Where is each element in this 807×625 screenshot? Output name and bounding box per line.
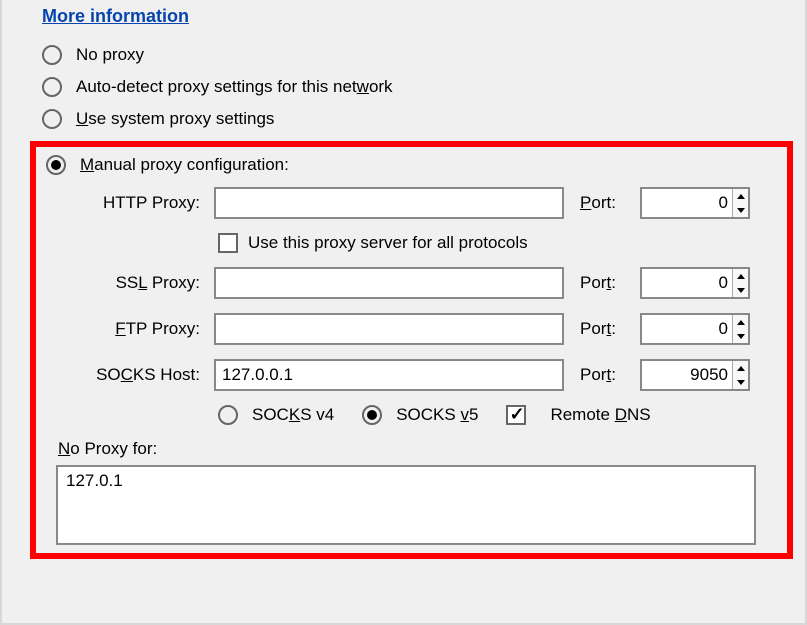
ssl-port-spinner[interactable]: [640, 267, 750, 299]
radio-auto-detect-row[interactable]: Auto-detect proxy settings for this netw…: [42, 77, 789, 97]
radio-no-proxy[interactable]: [42, 45, 62, 65]
spinner-down-icon[interactable]: [733, 375, 748, 389]
http-port-input[interactable]: [642, 189, 732, 217]
radio-no-proxy-row[interactable]: No proxy: [42, 45, 789, 65]
socks-host-label: SOCKS Host:: [78, 365, 208, 385]
radio-system-proxy-row[interactable]: Use system proxy settings: [42, 109, 789, 129]
remote-dns-label: Remote DNS: [550, 405, 650, 425]
use-all-protocols-row[interactable]: Use this proxy server for all protocols: [218, 233, 777, 253]
ssl-proxy-input[interactable]: [214, 267, 564, 299]
use-all-protocols-checkbox[interactable]: [218, 233, 238, 253]
ftp-proxy-label: FTP Proxy:: [78, 319, 208, 339]
ssl-port-label: Port:: [580, 273, 630, 293]
socks-version-row: SOCKS v4 SOCKS v5 Remote DNS: [218, 405, 777, 425]
radio-manual-proxy[interactable]: [46, 155, 66, 175]
http-proxy-input[interactable]: [214, 187, 564, 219]
use-all-protocols-label: Use this proxy server for all protocols: [248, 233, 528, 253]
radio-socks5[interactable]: [362, 405, 382, 425]
radio-manual-proxy-label: Manual proxy configuration:: [80, 155, 289, 175]
spinner-down-icon[interactable]: [733, 283, 748, 297]
ftp-port-input[interactable]: [642, 315, 732, 343]
no-proxy-for-label: No Proxy for:: [58, 439, 777, 459]
http-port-spinner[interactable]: [640, 187, 750, 219]
radio-system-proxy-label: Use system proxy settings: [76, 109, 274, 129]
spinner-down-icon[interactable]: [733, 203, 748, 217]
more-information-link[interactable]: More information: [42, 6, 189, 27]
no-proxy-for-input[interactable]: [56, 465, 756, 545]
radio-socks4[interactable]: [218, 405, 238, 425]
http-proxy-label: HTTP Proxy:: [78, 193, 208, 213]
radio-no-proxy-label: No proxy: [76, 45, 144, 65]
socks-port-input[interactable]: [642, 361, 732, 389]
socks-port-spinner[interactable]: [640, 359, 750, 391]
spinner-up-icon[interactable]: [733, 269, 748, 283]
ftp-proxy-input[interactable]: [214, 313, 564, 345]
manual-proxy-highlight: Manual proxy configuration: HTTP Proxy: …: [30, 141, 793, 559]
http-port-label: Port:: [580, 193, 630, 213]
spinner-down-icon[interactable]: [733, 329, 748, 343]
ftp-port-label: Port:: [580, 319, 630, 339]
ftp-proxy-row: FTP Proxy: Port:: [78, 313, 777, 345]
ssl-proxy-row: SSL Proxy: Port:: [78, 267, 777, 299]
manual-proxy-group: HTTP Proxy: Port: Use this proxy server …: [78, 187, 777, 425]
radio-auto-detect[interactable]: [42, 77, 62, 97]
socks-host-input[interactable]: [214, 359, 564, 391]
spinner-up-icon[interactable]: [733, 361, 748, 375]
ftp-port-spinner[interactable]: [640, 313, 750, 345]
radio-auto-detect-label: Auto-detect proxy settings for this netw…: [76, 77, 393, 97]
spinner-up-icon[interactable]: [733, 189, 748, 203]
radio-manual-proxy-row[interactable]: Manual proxy configuration:: [46, 155, 777, 175]
ssl-proxy-label: SSL Proxy:: [78, 273, 208, 293]
radio-socks4-label: SOCKS v4: [252, 405, 334, 425]
spinner-up-icon[interactable]: [733, 315, 748, 329]
socks-port-label: Port:: [580, 365, 630, 385]
socks-host-row: SOCKS Host: Port:: [78, 359, 777, 391]
radio-system-proxy[interactable]: [42, 109, 62, 129]
connection-settings-panel: More information No proxy Auto-detect pr…: [0, 0, 807, 625]
http-proxy-row: HTTP Proxy: Port:: [78, 187, 777, 219]
remote-dns-checkbox[interactable]: [506, 405, 526, 425]
radio-socks5-label: SOCKS v5: [396, 405, 478, 425]
ssl-port-input[interactable]: [642, 269, 732, 297]
